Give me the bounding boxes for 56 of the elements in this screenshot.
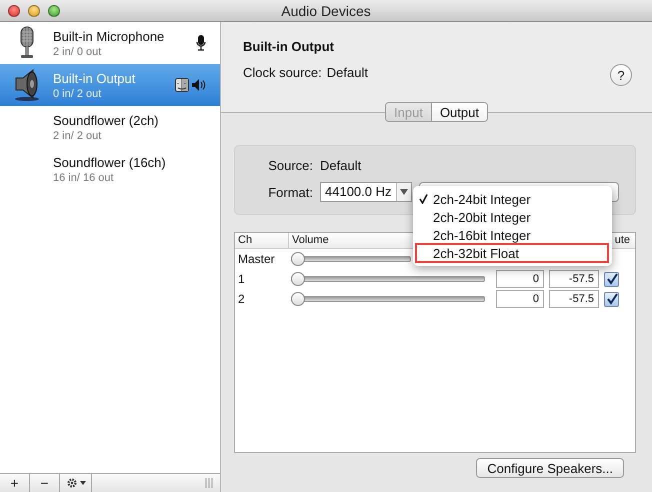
zoom-button[interactable] <box>48 4 60 16</box>
device-name: Built-in Microphone <box>53 28 166 44</box>
device-title: Built-in Output <box>243 39 335 54</box>
decibel-field[interactable]: -57.5 <box>549 270 599 288</box>
device-channels: 2 in/ 0 out <box>53 46 102 58</box>
device-item[interactable]: Built-in Microphone 2 in/ 0 out <box>0 22 220 64</box>
value-field[interactable]: 0 <box>496 270 544 288</box>
column-header: Ch <box>238 234 252 246</box>
window-title: Audio Devices <box>281 2 371 18</box>
minimize-button[interactable] <box>28 4 40 16</box>
mute-checkbox[interactable] <box>604 292 619 306</box>
device-name: Built-in Output <box>53 70 136 86</box>
source-value: Default <box>320 158 362 173</box>
configure-speakers-button[interactable]: Configure Speakers... <box>476 458 624 478</box>
column-header: ute <box>614 234 630 246</box>
slider-thumb[interactable] <box>291 252 305 266</box>
slider-thumb[interactable] <box>291 292 305 306</box>
volume-slider[interactable] <box>291 292 485 306</box>
volume-slider[interactable] <box>291 272 485 286</box>
slider-thumb[interactable] <box>291 272 305 286</box>
add-button[interactable]: + <box>0 474 30 492</box>
face-icon <box>175 78 189 92</box>
device-channels: 2 in/ 2 out <box>53 130 102 142</box>
gear-icon <box>66 477 78 489</box>
channel-label: Master <box>237 252 276 266</box>
help-button[interactable]: ? <box>610 64 632 86</box>
value-field[interactable]: 0 <box>496 290 544 308</box>
remove-button[interactable]: − <box>30 474 60 492</box>
microphone-icon <box>196 35 206 51</box>
tab[interactable]: Output <box>430 103 487 121</box>
device-name: Soundflower (2ch) <box>53 112 160 128</box>
mute-checkbox[interactable] <box>604 272 619 286</box>
column-header: Volume <box>292 234 329 246</box>
menu-item[interactable]: 2ch-20bit Integer <box>433 210 531 224</box>
format-label: Format: <box>267 184 313 200</box>
clock-source-label: Clock source: <box>243 65 322 80</box>
channel-label: 1 <box>237 272 246 286</box>
resize-grip-icon[interactable] <box>205 478 213 488</box>
sample-rate-popup[interactable]: 44100.0 Hz <box>320 182 412 202</box>
device-channels: 16 in/ 16 out <box>53 172 115 184</box>
device-name: Soundflower (16ch) <box>53 154 167 170</box>
device-item[interactable]: Soundflower (2ch) 2 in/ 2 out <box>0 106 220 148</box>
caret-icon <box>80 481 86 485</box>
speaker-icon <box>192 79 206 91</box>
channel-label: 2 <box>237 292 246 306</box>
menu-item[interactable]: 2ch-24bit Integer <box>433 192 531 206</box>
close-button[interactable] <box>8 4 20 16</box>
device-channels: 0 in/ 2 out <box>53 88 102 100</box>
clock-source-value: Default <box>326 65 368 80</box>
device-item[interactable]: Soundflower (16ch) 16 in/ 16 out <box>0 148 220 190</box>
menu-item[interactable]: 2ch-16bit Integer <box>433 228 531 242</box>
caret-icon <box>400 189 408 195</box>
decibel-field[interactable]: -57.5 <box>549 290 599 308</box>
menu-item[interactable]: 2ch-32bit Float <box>433 246 519 260</box>
volume-slider[interactable] <box>291 252 411 266</box>
source-label: Source: <box>267 158 313 173</box>
